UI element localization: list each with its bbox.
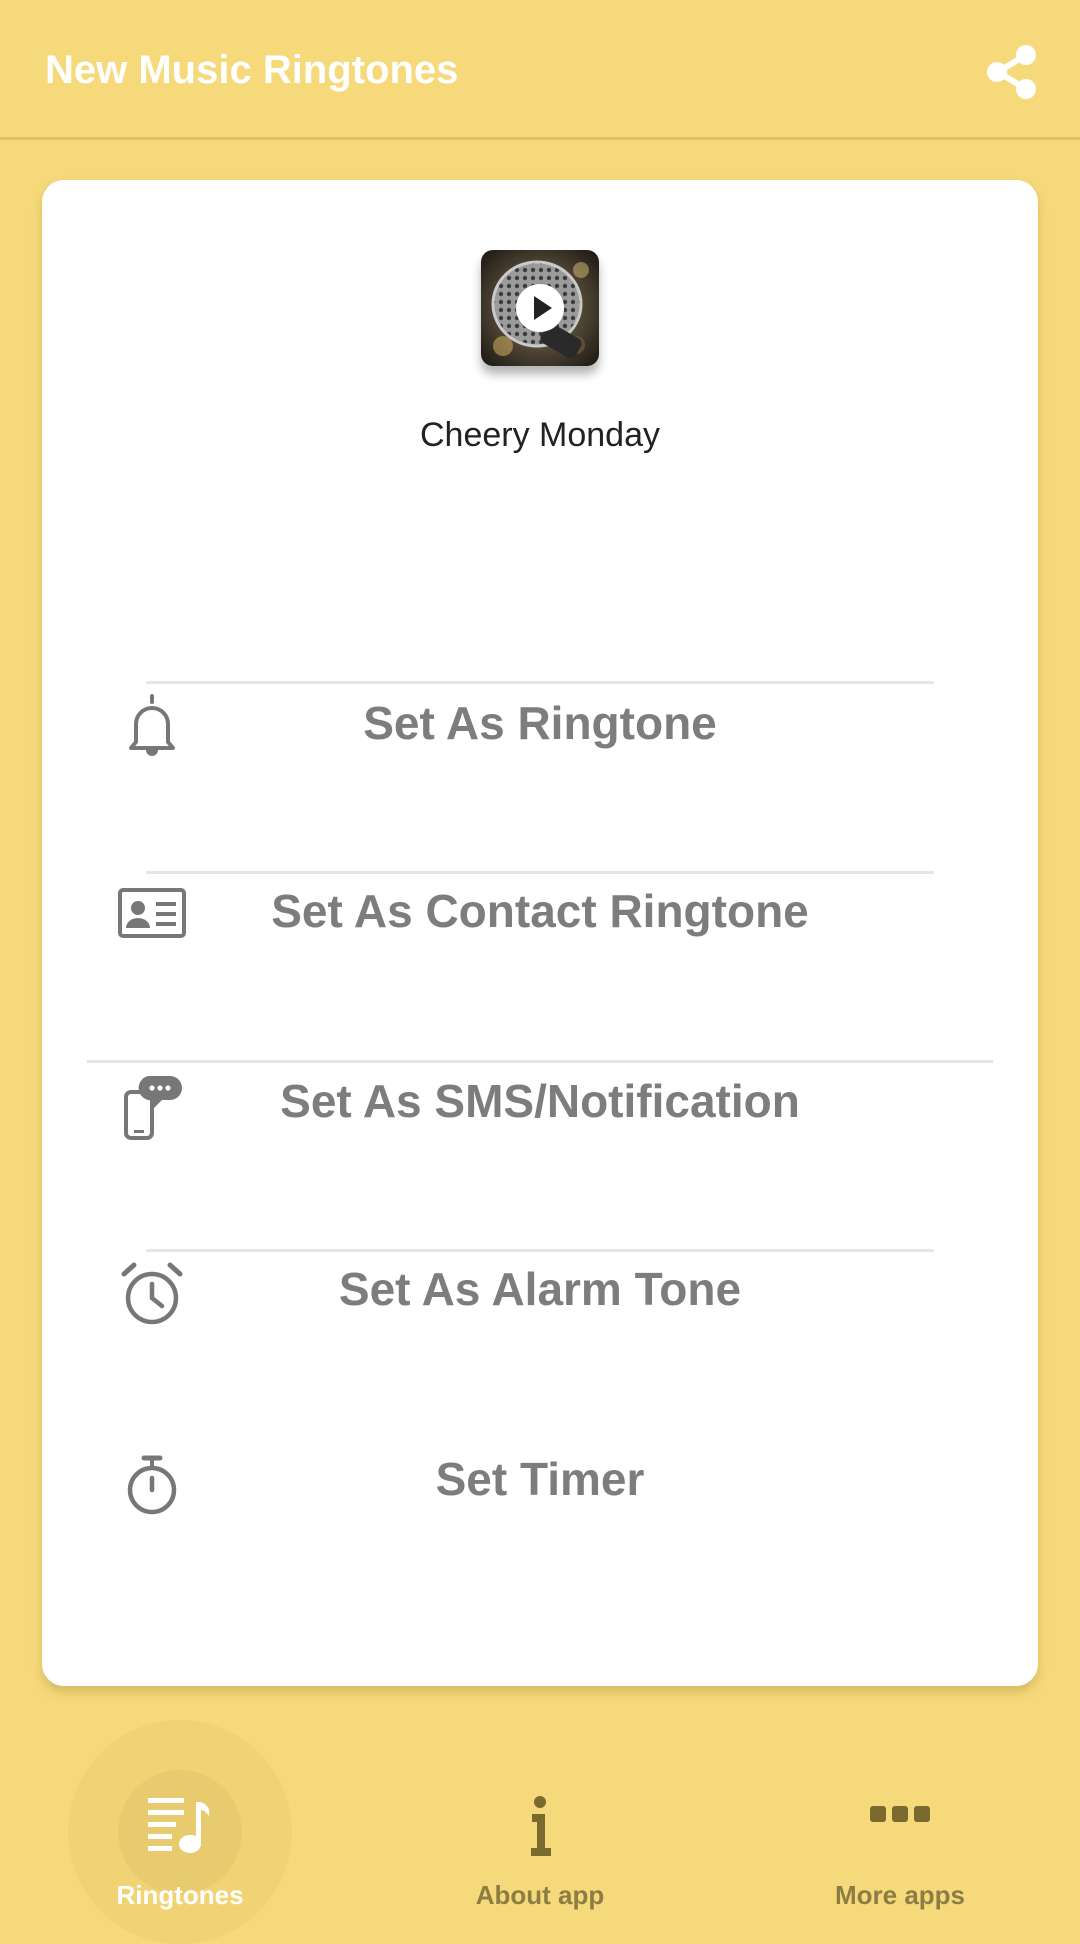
- nav-ringtones[interactable]: Ringtones: [30, 1690, 330, 1944]
- more-dots-icon: [870, 1806, 930, 1822]
- track-title: Cheery Monday: [419, 416, 660, 454]
- set-as-contact-ringtone-label: Set As Contact Ringtone: [271, 885, 809, 937]
- microphone-thumbnail[interactable]: [481, 250, 599, 366]
- info-icon: [531, 1796, 551, 1856]
- app-bar: New Music Ringtones: [0, 0, 1080, 140]
- share-icon[interactable]: [984, 44, 1040, 100]
- divider: [87, 1060, 993, 1063]
- nav-about-app[interactable]: About app: [390, 1690, 690, 1920]
- nav-more-apps[interactable]: More apps: [750, 1690, 1050, 1920]
- divider: [146, 871, 934, 874]
- bottom-navigation: Ringtones About app More apps: [0, 1690, 1080, 1944]
- set-as-sms-notification-label: Set As SMS/Notification: [280, 1075, 800, 1127]
- divider: [146, 681, 934, 684]
- music-list-icon: [148, 1798, 210, 1853]
- set-timer-label: Set Timer: [435, 1453, 645, 1505]
- ringtone-card: Cheery Monday Set As Ringtone Set As Con…: [42, 180, 1038, 1686]
- divider: [146, 1249, 934, 1252]
- nav-label-more-apps: More apps: [834, 1880, 966, 1910]
- app-title: New Music Ringtones: [45, 48, 459, 92]
- play-icon[interactable]: [515, 283, 565, 333]
- set-as-alarm-tone-label: Set As Alarm Tone: [338, 1263, 742, 1315]
- nav-label-ringtones: Ringtones: [116, 1880, 244, 1910]
- set-as-ringtone-label: Set As Ringtone: [363, 697, 717, 749]
- set-timer-button[interactable]: Set Timer: [42, 1416, 1038, 1566]
- nav-label-about-app: About app: [475, 1880, 605, 1910]
